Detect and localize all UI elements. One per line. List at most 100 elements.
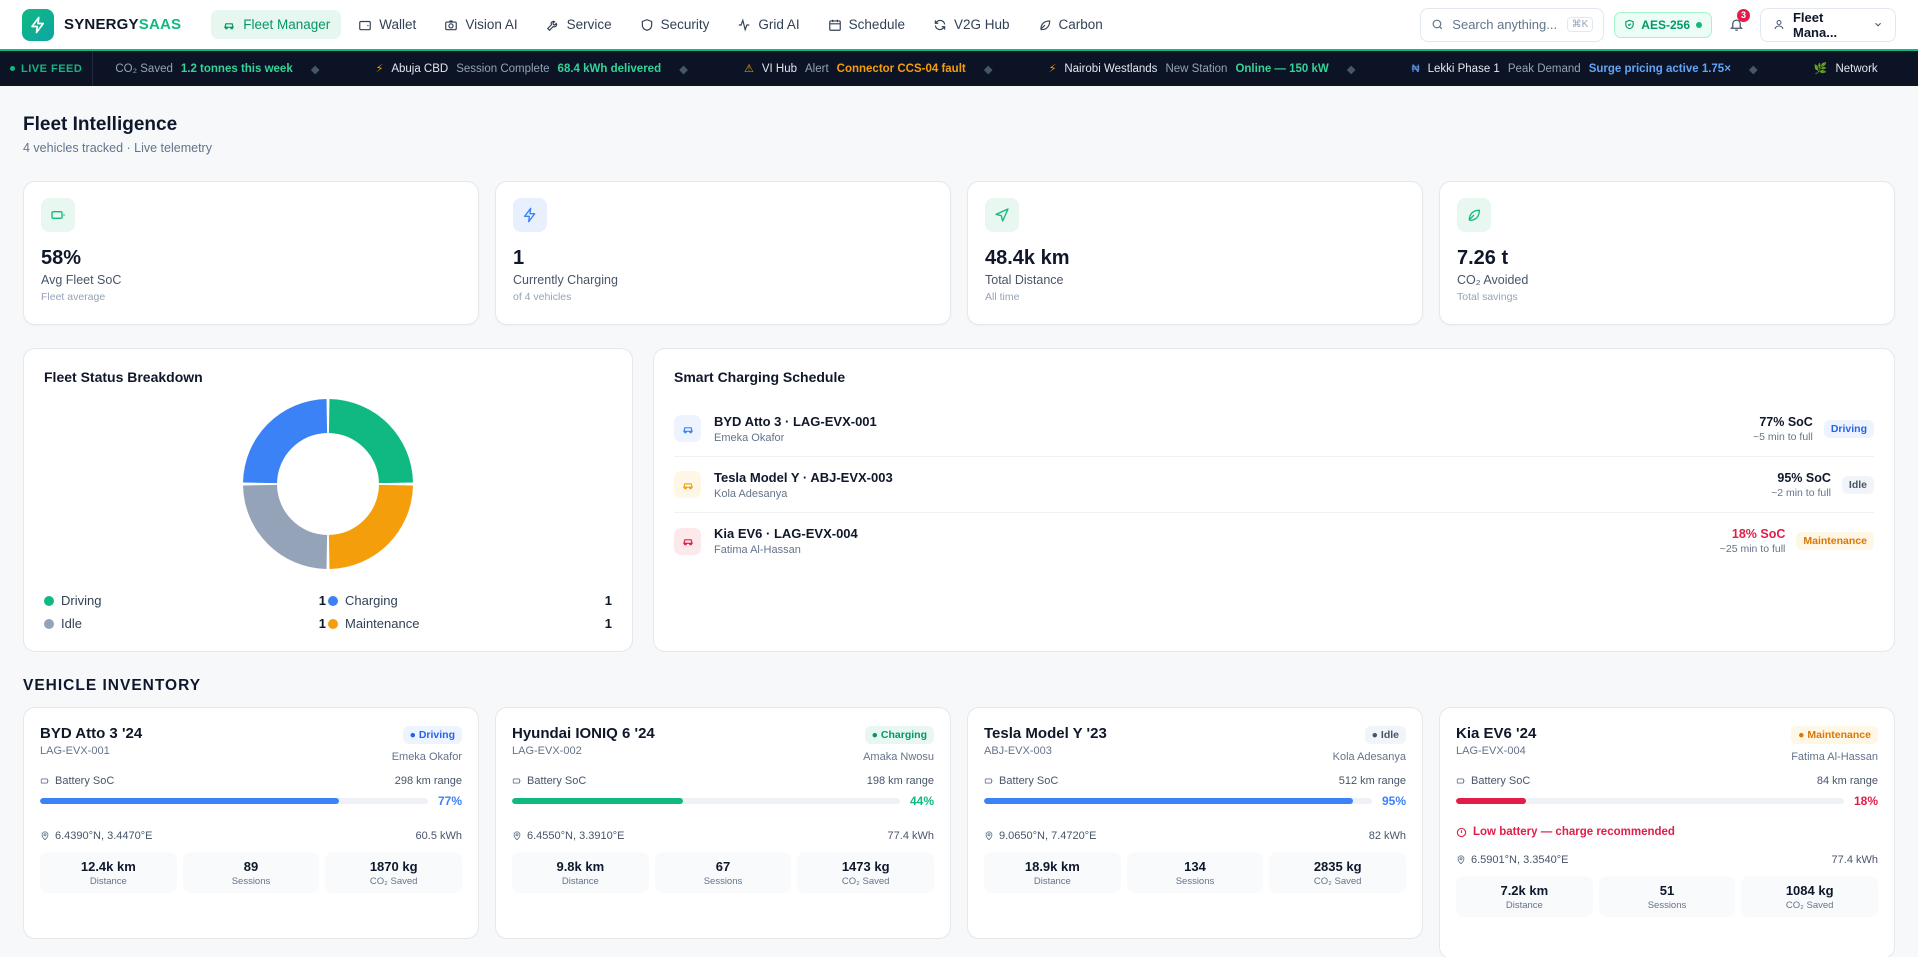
- status-text: Driving: [418, 729, 455, 741]
- ticker-separator: ◆: [310, 63, 320, 76]
- legend-count: 1: [318, 616, 326, 631]
- brand[interactable]: SYNERGYSAAS: [22, 8, 182, 41]
- nav-v2g-hub[interactable]: V2G Hub: [922, 10, 1021, 39]
- kpi-card-co2[interactable]: 7.26 t CO₂ Avoided Total savings: [1439, 181, 1895, 325]
- kpi-card-charging[interactable]: 1 Currently Charging of 4 vehicles: [495, 181, 951, 325]
- car-icon: [674, 527, 701, 555]
- brand-name-part2: SAAS: [138, 16, 182, 33]
- kpi-card-distance[interactable]: 48.4k km Total Distance All time: [967, 181, 1423, 325]
- status-badge: ● Maintenance: [1791, 726, 1878, 744]
- section-heading: VEHICLE INVENTORY: [23, 677, 202, 694]
- nav-security[interactable]: Security: [629, 10, 721, 39]
- vehicle-inventory: BYD Atto 3 '24 LAG-EVX-001 ● Driving Eme…: [23, 707, 1895, 957]
- car-icon: [674, 415, 701, 442]
- battery-icon: [512, 778, 522, 784]
- notifications-button[interactable]: 3: [1722, 8, 1750, 39]
- stat-value: 1473 kg: [841, 858, 890, 874]
- donut-segment-idle[interactable]: [243, 484, 328, 569]
- stat-value: 134: [1184, 858, 1206, 874]
- map-pin-icon: [1457, 855, 1465, 865]
- schedule-row[interactable]: Kia EV6 · LAG-EVX-004 Fatima Al-Hassan 1…: [674, 513, 1874, 569]
- driver-name: Kola Adesanya: [1332, 751, 1406, 763]
- shield-icon: [641, 18, 652, 31]
- stat-co2: 1870 kg CO₂ Saved: [325, 852, 462, 893]
- schedule-row[interactable]: BYD Atto 3 · LAG-EVX-001 Emeka Okafor 77…: [674, 401, 1874, 457]
- schedule-row[interactable]: Tesla Model Y · ABJ-EVX-003 Kola Adesany…: [674, 457, 1874, 513]
- donut-segment-driving[interactable]: [328, 399, 413, 484]
- ticker-item: 🌿 Network: [1758, 62, 1878, 76]
- legend-count: 1: [604, 616, 612, 631]
- vehicle-card[interactable]: Tesla Model Y '23 ABJ-EVX-003 ● Idle Kol…: [967, 707, 1423, 939]
- range: 84 km range: [1816, 775, 1878, 787]
- encryption-badge[interactable]: AES-256: [1614, 11, 1712, 38]
- status-badge: ● Charging: [864, 726, 934, 744]
- search-icon: [1432, 19, 1443, 30]
- user-icon: [1774, 20, 1784, 30]
- nav-fleet-manager[interactable]: Fleet Manager: [211, 10, 342, 39]
- notification-count: 3: [1737, 8, 1750, 22]
- bolt-icon: ⚡: [1048, 63, 1057, 75]
- stat-value: 9.8k km: [556, 858, 605, 874]
- stat-value: 67: [715, 858, 731, 874]
- nav-label: Service: [566, 17, 612, 32]
- status-badge: Idle: [1841, 475, 1874, 494]
- nav-service[interactable]: Service: [535, 10, 623, 39]
- battery-capacity: 77.4 kWh: [1831, 854, 1878, 866]
- charging-schedule-panel: Smart Charging Schedule BYD Atto 3 · LAG…: [653, 348, 1895, 652]
- battery-icon: [1456, 778, 1466, 784]
- vehicle-card[interactable]: Kia EV6 '24 LAG-EVX-004 ● Maintenance Fa…: [1439, 707, 1895, 957]
- driver-name: Emeka Okafor: [714, 431, 785, 444]
- range: 298 km range: [394, 775, 462, 787]
- driver-name: Fatima Al-Hassan: [714, 544, 801, 556]
- status-text: Idle: [1380, 729, 1399, 741]
- soc-bar-fill: [512, 798, 683, 804]
- vehicle-card[interactable]: Hyundai IONIQ 6 '24 LAG-EVX-002 ● Chargi…: [495, 707, 951, 939]
- stat-value: 51: [1659, 882, 1675, 898]
- warning-text: Low battery — charge recommended: [1473, 826, 1675, 838]
- battery-capacity: 82 kWh: [1368, 830, 1406, 842]
- stat-distance: 9.8k km Distance: [512, 852, 649, 893]
- nav-label: Carbon: [1058, 17, 1103, 32]
- page-title: Fleet Intelligence: [23, 114, 178, 135]
- kpi-label: Total Distance: [985, 273, 1064, 287]
- status-badge: Driving: [1823, 419, 1874, 438]
- nav-label: Fleet Manager: [243, 17, 331, 32]
- stat-label: Sessions: [231, 875, 271, 887]
- legend-item-charging[interactable]: Charging 1: [328, 593, 612, 608]
- legend-swatch: [44, 618, 54, 629]
- ticker-value: Surge pricing active 1.75×: [1588, 62, 1731, 75]
- nav-grid-ai[interactable]: Grid AI: [726, 10, 810, 39]
- warning-icon: ⚠: [743, 63, 754, 75]
- nav-label: Vision AI: [465, 17, 518, 32]
- battery-icon: [984, 778, 994, 784]
- fleet-status-panel: Fleet Status Breakdown Driving 1 Chargin…: [23, 348, 633, 652]
- kpi-row: 58% Avg Fleet SoC Fleet average 1 Curren…: [23, 181, 1895, 325]
- stat-value: 18.9k km: [1024, 858, 1080, 874]
- stat-sessions: 51 Sessions: [1598, 876, 1736, 917]
- low-battery-warning: Low battery — charge recommended: [1456, 826, 1878, 838]
- user-menu[interactable]: Fleet Mana...: [1760, 7, 1896, 42]
- kpi-card-avg-soc[interactable]: 58% Avg Fleet SoC Fleet average: [23, 181, 479, 325]
- legend-item-driving[interactable]: Driving 1: [44, 593, 328, 608]
- nav-vision-ai[interactable]: Vision AI: [433, 10, 528, 39]
- nav-schedule[interactable]: Schedule: [817, 10, 916, 39]
- soc-bar-fill: [1456, 798, 1526, 804]
- legend-item-idle[interactable]: Idle 1: [44, 616, 328, 631]
- donut-segment-charging[interactable]: [243, 399, 328, 484]
- kpi-sublabel: All time: [985, 291, 1020, 303]
- global-search[interactable]: Search anything... ⌘K: [1420, 7, 1605, 42]
- legend-item-maintenance[interactable]: Maintenance 1: [328, 616, 612, 631]
- map-pin-icon: [985, 831, 993, 841]
- driver-name: Emeka Okafor: [391, 751, 462, 763]
- donut-segment-maintenance[interactable]: [328, 484, 413, 569]
- ticker-separator: ◆: [1346, 63, 1356, 76]
- ticker-place: VI Hub: [761, 62, 797, 75]
- nav-carbon[interactable]: Carbon: [1027, 10, 1114, 39]
- vehicle-card[interactable]: BYD Atto 3 '24 LAG-EVX-001 ● Driving Eme…: [23, 707, 479, 939]
- car-icon: [674, 471, 701, 498]
- map-pin-icon: [513, 831, 521, 841]
- search-placeholder: Search anything...: [1452, 17, 1558, 32]
- soc-bar: [512, 798, 900, 804]
- live-feed-ticker: LIVE FEED CO₂ Saved 1.2 tonnes this week…: [0, 51, 1918, 86]
- nav-wallet[interactable]: Wallet: [347, 10, 427, 39]
